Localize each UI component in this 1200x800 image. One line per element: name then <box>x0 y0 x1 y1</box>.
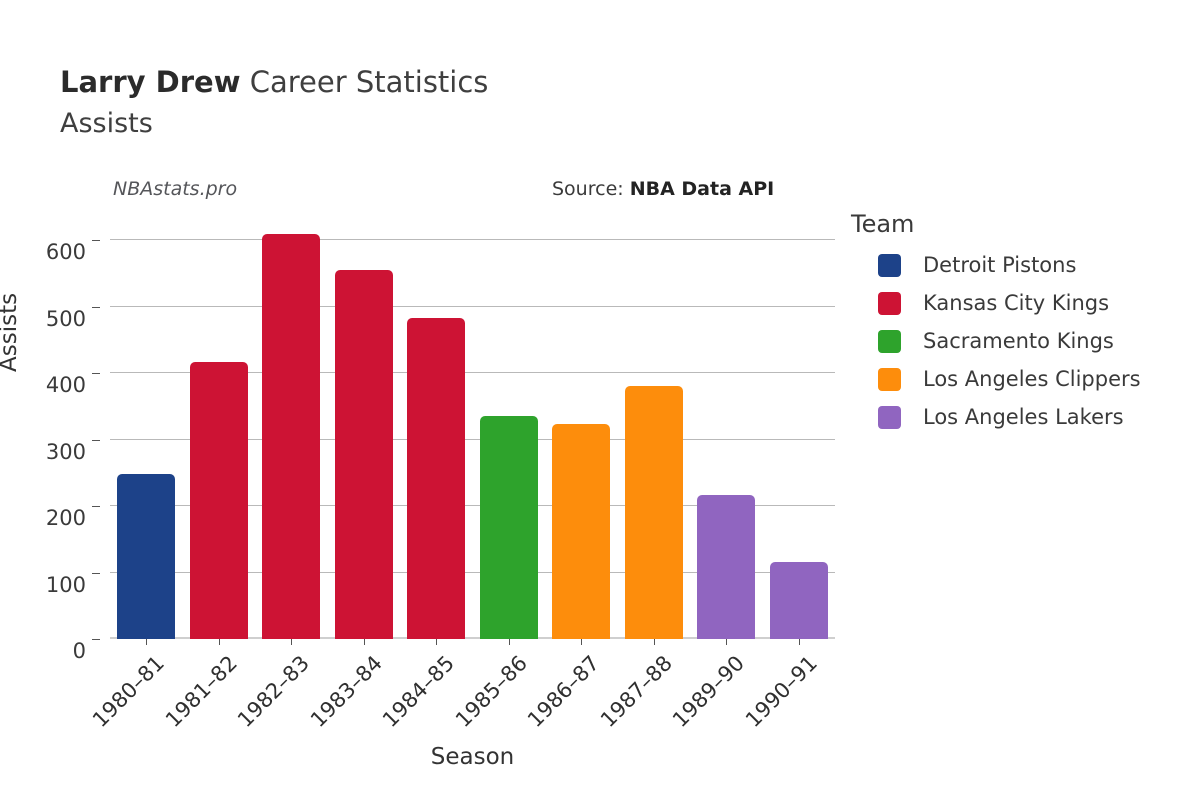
legend-item[interactable]: Sacramento Kings <box>850 322 1190 360</box>
legend-swatch-icon <box>878 329 901 353</box>
legend-swatch-icon <box>878 291 901 315</box>
bar[interactable] <box>262 234 321 639</box>
x-tick-mark <box>436 639 438 645</box>
bar[interactable] <box>769 561 828 639</box>
legend-item[interactable]: Los Angeles Lakers <box>850 398 1190 436</box>
y-tick-mark <box>92 572 100 574</box>
source-prefix: Source: <box>552 178 630 200</box>
page-title: Larry Drew Career Statistics <box>60 64 488 100</box>
plot-area <box>110 227 835 639</box>
legend-title: Team <box>851 210 915 238</box>
legend-swatch-icon <box>878 367 901 391</box>
legend-item[interactable]: Detroit Pistons <box>850 246 1190 284</box>
legend-item-label: Los Angeles Clippers <box>923 367 1141 391</box>
legend-swatch-icon <box>878 405 901 429</box>
y-tick-mark <box>92 373 100 375</box>
y-tick-mark <box>92 240 100 242</box>
x-tick-mark <box>218 639 220 645</box>
x-tick-mark <box>726 639 728 645</box>
x-tick-mark <box>291 639 293 645</box>
bar[interactable] <box>624 386 683 639</box>
legend-item-label: Sacramento Kings <box>923 329 1114 353</box>
x-tick-mark <box>653 639 655 645</box>
legend-item-label: Los Angeles Lakers <box>923 405 1124 429</box>
source-attribution: Source: NBA Data API <box>552 178 774 200</box>
source-value: NBA Data API <box>629 178 775 200</box>
legend-items: Detroit Pistons Kansas City Kings Sacramen… <box>850 246 1190 436</box>
x-axis-ticks: 1980–81 1981–82 1982–83 1983–84 1984–85 1985–… <box>88 639 835 759</box>
chart-header: Larry Drew Career Statistics Assists <box>60 64 488 142</box>
bar[interactable] <box>117 474 176 639</box>
y-tick-mark <box>92 639 100 640</box>
legend-swatch-icon <box>878 253 901 277</box>
y-tick-mark <box>92 506 100 508</box>
bar-series <box>110 227 835 639</box>
x-tick-mark <box>146 639 148 645</box>
bar[interactable] <box>552 424 611 639</box>
watermark-label: NBAstats.pro <box>113 178 238 200</box>
bar[interactable] <box>697 495 756 639</box>
y-axis-ticks: 0 100 200 300 400 500 600 <box>0 227 100 663</box>
bar[interactable] <box>479 415 538 639</box>
bar[interactable] <box>334 269 393 639</box>
legend-item[interactable]: Los Angeles Clippers <box>850 360 1190 398</box>
legend-item[interactable]: Kansas City Kings <box>850 284 1190 322</box>
bar[interactable] <box>189 361 248 639</box>
bar[interactable] <box>407 318 466 639</box>
x-tick-mark <box>508 639 510 645</box>
title-suffix: Career Statistics <box>240 65 489 99</box>
chart-subtitle: Assists <box>60 108 153 139</box>
legend-item-label: Detroit Pistons <box>923 253 1077 277</box>
x-tick-mark <box>798 639 800 645</box>
legend: Team Detroit Pistons Kansas City Kings Sac… <box>850 210 1190 436</box>
player-name: Larry Drew <box>60 65 241 99</box>
x-tick-mark <box>581 639 583 645</box>
y-tick-mark <box>92 439 100 441</box>
legend-item-label: Kansas City Kings <box>923 291 1110 315</box>
y-tick-mark <box>92 306 100 308</box>
x-tick-mark <box>363 639 365 645</box>
